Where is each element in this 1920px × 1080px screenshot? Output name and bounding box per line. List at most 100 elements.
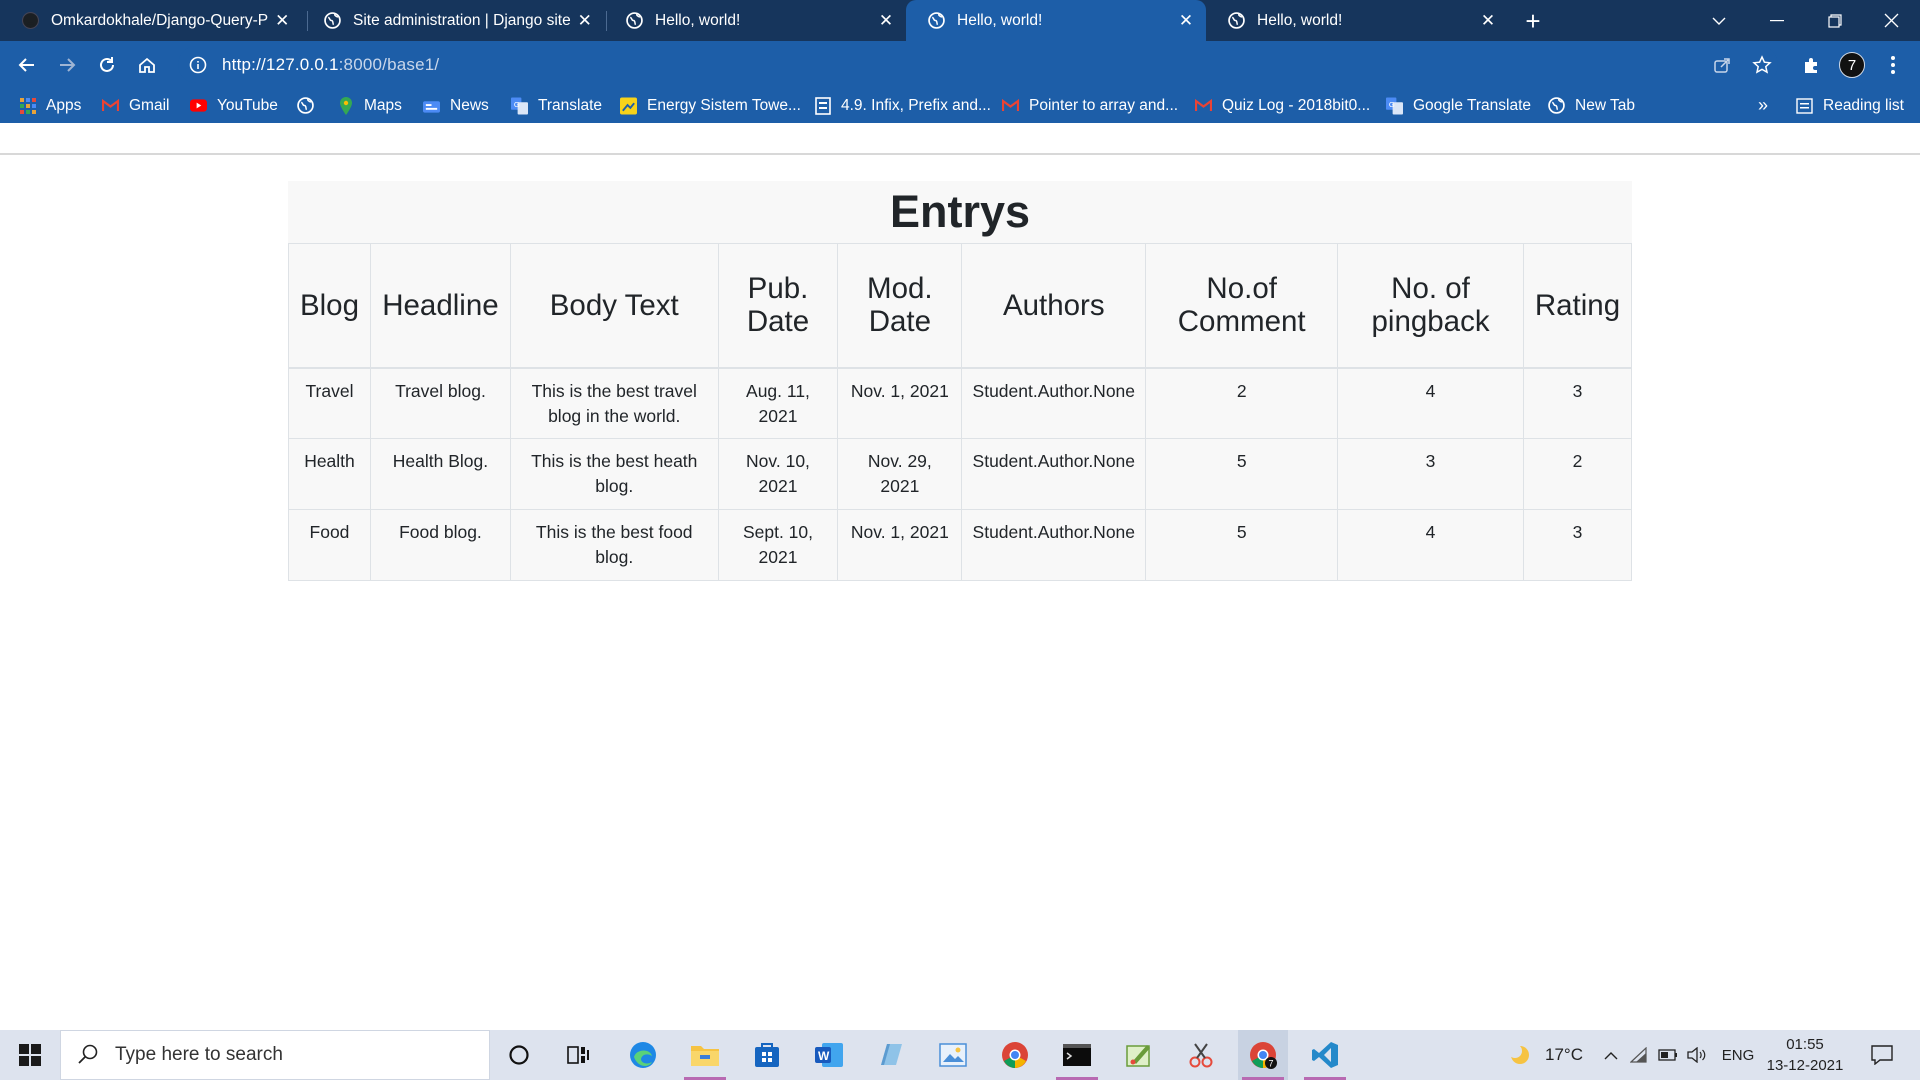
tab-title: Hello, world! (655, 11, 741, 29)
reading-list-button[interactable]: Reading list (1796, 88, 1904, 123)
bookmark-label: News (450, 96, 489, 114)
tab-github[interactable]: Omkardokhale/Django-Query-Pr ✕ (0, 0, 302, 41)
tab-site-admin[interactable]: Site administration | Django site a ✕ (302, 0, 604, 41)
bookmark-label: New Tab (1575, 96, 1636, 114)
bookmark-globe[interactable] (297, 88, 324, 123)
battery-icon[interactable] (1656, 1030, 1680, 1080)
bookmark-gmail[interactable]: Gmail (102, 88, 169, 123)
forward-arrow-icon[interactable] (51, 49, 83, 81)
reload-icon[interactable] (91, 49, 123, 81)
paint-app-icon[interactable] (1114, 1030, 1164, 1080)
bookmark-news[interactable]: News (423, 88, 489, 123)
globe-icon (626, 12, 643, 29)
minimize-icon[interactable] (1748, 0, 1806, 41)
close-icon[interactable]: ✕ (872, 7, 900, 35)
cell-authors: Student.Author.None (961, 438, 1147, 510)
terminal-icon[interactable] (1052, 1030, 1102, 1080)
cell-pub-date: Sept. 10, 2021 (717, 509, 839, 581)
snipping-tool-icon[interactable] (1176, 1030, 1226, 1080)
site-info-icon[interactable] (188, 55, 208, 75)
gmail-icon (102, 97, 119, 114)
bookmark-energy-sistem[interactable]: Energy Sistem Towe... (620, 88, 801, 123)
bookmark-maps[interactable]: Maps (337, 88, 402, 123)
entries-panel: Entrys Blog Headline Body Text Pub. Date… (288, 181, 1633, 581)
bookmark-star-icon[interactable] (1746, 49, 1778, 81)
input-language[interactable]: ENG (1718, 1030, 1758, 1080)
cell-body-text: This is the best heath blog. (509, 438, 719, 510)
github-icon (22, 12, 39, 29)
table-row: Travel Travel blog. This is the best tra… (288, 367, 1633, 439)
chrome-profile-icon[interactable]: 7 (1238, 1030, 1288, 1080)
url-host: http://127.0.0.1 (222, 54, 339, 74)
gmail-icon (1002, 97, 1019, 114)
bookmark-label: Translate (538, 96, 603, 114)
window-close-icon[interactable] (1862, 0, 1920, 41)
windows-start-icon[interactable] (0, 1030, 60, 1080)
microsoft-store-icon[interactable] (742, 1030, 792, 1080)
word-icon[interactable]: W (804, 1030, 854, 1080)
bookmark-pointer-array[interactable]: Pointer to array and... (1002, 88, 1178, 123)
vscode-icon[interactable] (1300, 1030, 1350, 1080)
cell-pingbacks: 3 (1337, 438, 1524, 510)
translate-icon: G (511, 97, 528, 114)
table-row: Food Food blog. This is the best food bl… (288, 509, 1633, 581)
back-arrow-icon[interactable] (11, 49, 43, 81)
tray-overflow-chevron-icon[interactable] (1600, 1030, 1622, 1080)
notes-app-icon[interactable] (866, 1030, 916, 1080)
bookmarks-overflow-button[interactable]: » (1758, 88, 1768, 123)
cell-blog: Health (288, 438, 371, 510)
weather-temperature[interactable]: 17°C (1540, 1030, 1588, 1080)
wifi-icon[interactable] (1628, 1030, 1650, 1080)
bookmark-apps[interactable]: Apps (19, 88, 81, 123)
new-tab-button[interactable]: + (1518, 6, 1548, 36)
file-explorer-icon[interactable] (680, 1030, 730, 1080)
tab-title: Omkardokhale/Django-Query-Pr (51, 11, 269, 29)
taskbar-search-box[interactable]: Type here to search (60, 1030, 490, 1080)
close-icon[interactable]: ✕ (269, 7, 296, 35)
tab-hello-world-1[interactable]: Hello, world! ✕ (604, 0, 906, 41)
column-header-mod-date: Mod. Date (837, 243, 963, 369)
notification-center-icon[interactable] (1862, 1030, 1902, 1080)
bookmark-youtube[interactable]: YouTube (190, 88, 278, 123)
bookmark-infix-prefix[interactable]: 4.9. Infix, Prefix and... (814, 88, 991, 123)
cell-body-text: This is the best food blog. (509, 509, 719, 581)
weather-moon-icon[interactable] (1506, 1030, 1534, 1080)
svg-text:W: W (818, 1049, 830, 1063)
close-icon[interactable]: ✕ (1172, 7, 1200, 35)
bookmark-translate[interactable]: G Translate (511, 88, 602, 123)
bookmark-google-translate[interactable]: G Google Translate (1386, 88, 1531, 123)
search-icon (77, 1043, 101, 1067)
close-icon[interactable]: ✕ (571, 7, 598, 35)
close-icon[interactable]: ✕ (1474, 7, 1502, 35)
bookmark-quiz-log[interactable]: Quiz Log - 2018bit0... (1195, 88, 1370, 123)
search-placeholder: Type here to search (115, 1044, 283, 1065)
browser-toolbar: http://127.0.0.1:8000/base1/ 7 (0, 41, 1920, 88)
bookmark-label: Gmail (129, 96, 170, 114)
edge-browser-icon[interactable] (618, 1030, 668, 1080)
task-view-icon[interactable] (554, 1030, 604, 1080)
profile-avatar[interactable]: 7 (1839, 52, 1865, 78)
cell-blog: Travel (288, 367, 371, 439)
restore-icon[interactable] (1806, 0, 1864, 41)
windows-taskbar: Type here to search W 7 17°C ENG 01:55 1… (0, 1030, 1920, 1080)
bookmark-new-tab[interactable]: New Tab (1548, 88, 1635, 123)
volume-icon[interactable] (1686, 1030, 1708, 1080)
cell-pingbacks: 4 (1337, 367, 1524, 439)
share-icon[interactable] (1706, 49, 1738, 81)
svg-text:G: G (1389, 99, 1395, 108)
extensions-puzzle-icon[interactable] (1796, 49, 1828, 81)
bookmark-label: YouTube (217, 96, 278, 114)
photos-app-icon[interactable] (928, 1030, 978, 1080)
address-bar[interactable]: http://127.0.0.1:8000/base1/ (178, 46, 1778, 83)
cortana-icon[interactable] (494, 1030, 544, 1080)
tab-hello-world-3[interactable]: Hello, world! ✕ (1206, 0, 1508, 41)
system-clock[interactable]: 01:55 13-12-2021 (1760, 1034, 1850, 1076)
table-header-row: Blog Headline Body Text Pub. Date Mod. D… (288, 243, 1633, 369)
chrome-icon[interactable] (990, 1030, 1040, 1080)
tab-search-chevron-icon[interactable] (1690, 0, 1748, 41)
column-header-body-text: Body Text (509, 243, 719, 369)
home-icon[interactable] (131, 49, 163, 81)
tab-hello-world-active[interactable]: Hello, world! ✕ (906, 0, 1206, 41)
kebab-menu-icon[interactable] (1877, 49, 1909, 81)
cell-mod-date: Nov. 1, 2021 (837, 509, 963, 581)
